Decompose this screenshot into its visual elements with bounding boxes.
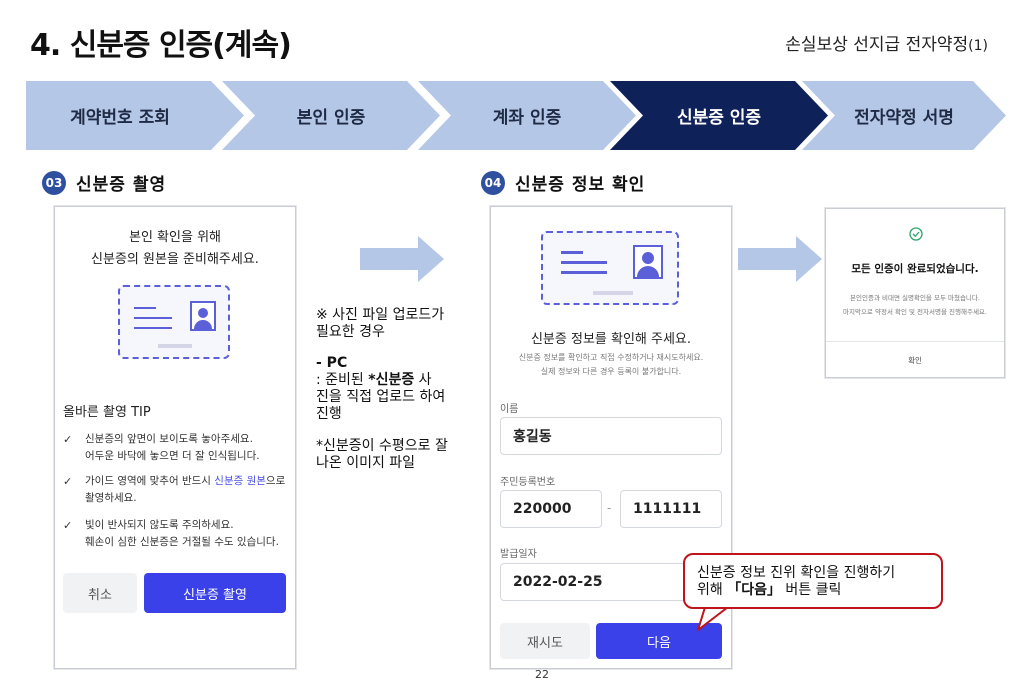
completion-description: 본인인증과 비대면 실명확인을 모두 마쳤습니다. — [850, 294, 980, 302]
card-text-line — [561, 271, 607, 274]
completion-screen: 모든 인증이 완료되었습니다. 본인인증과 비대면 실명확인을 모두 마쳤습니다… — [825, 208, 1005, 378]
rrn-label: 주민등록번호 — [500, 477, 556, 488]
confirm-button[interactable]: 확인 — [826, 355, 1004, 366]
callout-text: 버튼 클릭 — [780, 582, 842, 598]
intro-line: 신분증의 원본을 준비해주세요. — [91, 252, 259, 267]
rrn-back-input[interactable]: 1111111 — [620, 490, 722, 528]
right-arrow-icon — [360, 236, 444, 282]
note-line: 진행 — [316, 406, 342, 422]
callout-bold: 「다음」 — [727, 582, 781, 598]
subtitle-suffix: (1) — [968, 38, 988, 54]
progress-steps: 계약번호 조회 본인 인증 계좌 인증 신분증 인증 전자약정 서명 — [26, 81, 1006, 150]
section-04-header: 04 신분증 정보 확인 — [481, 170, 645, 195]
person-photo-icon — [190, 301, 216, 331]
check-icon: ✓ — [63, 433, 73, 446]
subtitle-main: 손실보상 선지급 전자약정 — [785, 35, 969, 55]
step-account-verification: 계좌 인증 — [418, 81, 636, 150]
tip-line: 어두운 바닥에 놓으면 더 잘 인식됩니다. — [85, 450, 260, 462]
id-card-illustration — [118, 285, 230, 359]
callout-line: 위해 「다음」 버튼 클릭 — [697, 582, 929, 599]
tip-item: ✓ 빛이 반사되지 않도록 주의하세요. 훼손이 심한 신분증은 거절될 수도 있… — [63, 517, 295, 551]
id-capture-screen: 본인 확인을 위해 신분증의 원본을 준비해주세요. 올바른 촬영 TIP ✓ … — [54, 206, 296, 669]
step-badge: 03 — [42, 170, 66, 195]
upload-note: ※ 사진 파일 업로드가 필요한 경우 - PC : 준비된 *신분증 사 진을… — [316, 307, 448, 472]
tip-line: 신분증의 앞면이 보이도록 놓아주세요. — [85, 433, 253, 445]
name-label: 이름 — [500, 404, 519, 415]
check-icon: ✓ — [63, 519, 73, 532]
callout-line: 신분증 정보 진위 확인을 진행하기 — [697, 565, 896, 581]
completion-description: 마지막으로 약정서 확인 및 전자서명을 진행해주세요. — [843, 308, 987, 316]
step-label: 계약번호 조회 — [70, 108, 170, 128]
section-title: 신분증 촬영 — [76, 175, 167, 195]
step-identity-verification: 본인 인증 — [222, 81, 440, 150]
note-bold: *신분증 — [368, 372, 415, 388]
card-text-line — [134, 307, 156, 309]
rrn-front-input[interactable]: 220000 — [500, 490, 602, 528]
divider — [826, 341, 1004, 342]
rrn-dash: - — [607, 501, 612, 515]
step-label: 전자약정 서명 — [854, 108, 954, 128]
note-line: : 준비된 *신분증 사 — [316, 372, 448, 389]
retry-button[interactable]: 재시도 — [500, 623, 590, 659]
card-text-line — [134, 327, 172, 329]
footnote-line: *신분증이 수평으로 잘 — [316, 438, 448, 454]
name-input[interactable]: 홍길동 — [500, 417, 722, 455]
check-icon: ✓ — [63, 475, 73, 488]
tip-line: 훼손이 심한 신분증은 거절될 수도 있습니다. — [85, 536, 279, 548]
card-text-line — [134, 317, 172, 319]
callout-text: 위해 — [697, 582, 728, 598]
note-line: ※ 사진 파일 업로드가 — [316, 307, 445, 323]
card-bottom-bar — [158, 344, 192, 348]
footnote-line: 나온 이미지 파일 — [316, 455, 416, 471]
step-label: 계좌 인증 — [492, 108, 562, 128]
completion-title: 모든 인증이 완료되었습니다. — [851, 263, 979, 275]
tip-line: 가이드 영역에 맞추어 반드시 — [85, 475, 215, 487]
confirm-description: 신분증 정보를 확인하고 직접 수정하거나 재시도하세요. — [518, 353, 704, 362]
note-text: 사 — [414, 372, 432, 388]
pc-label: - PC — [316, 355, 348, 371]
note-line: 진을 직접 업로드 하여 — [316, 389, 446, 405]
step-id-card-verification: 신분증 인증 — [610, 81, 828, 150]
tip-highlight: 신분증 원본 — [214, 475, 266, 487]
confirm-heading: 신분증 정보를 확인해 주세요. — [530, 332, 692, 347]
issue-date-label: 발급일자 — [500, 549, 537, 560]
page-subtitle: 손실보상 선지급 전자약정(1) — [785, 30, 988, 55]
person-photo-icon — [633, 245, 663, 279]
right-arrow-icon — [738, 236, 822, 282]
page-number: 22 — [535, 668, 549, 681]
card-bottom-bar — [593, 291, 633, 295]
instruction-callout: 신분증 정보 진위 확인을 진행하기 위해 「다음」 버튼 클릭 — [683, 553, 943, 609]
tip-line: 빛이 반사되지 않도록 주의하세요. — [85, 519, 234, 531]
id-card-illustration — [541, 231, 679, 305]
card-text-line — [561, 261, 607, 264]
intro-line: 본인 확인을 위해 — [129, 230, 221, 245]
tip-line: 촬영하세요. — [85, 492, 137, 504]
section-title: 신분증 정보 확인 — [515, 175, 646, 195]
page-title: 4. 신분증 인증(계속) — [30, 28, 292, 63]
section-03-header: 03 신분증 촬영 — [42, 170, 166, 195]
confirm-description: 실제 정보와 다른 경우 등록이 불가합니다. — [540, 367, 682, 376]
note-text: : 준비된 — [316, 372, 369, 388]
step-label: 본인 인증 — [296, 108, 366, 128]
card-text-line — [561, 251, 583, 254]
step-contract-lookup: 계약번호 조회 — [26, 81, 244, 150]
check-circle-icon — [909, 227, 923, 241]
capture-id-button[interactable]: 신분증 촬영 — [144, 573, 286, 613]
cancel-button[interactable]: 취소 — [63, 573, 137, 613]
step-electronic-signature: 전자약정 서명 — [802, 81, 1006, 150]
tip-title: 올바른 촬영 TIP — [63, 405, 151, 420]
tip-line: 으로 — [265, 475, 286, 487]
step-badge: 04 — [481, 170, 505, 195]
note-line: 필요한 경우 — [316, 324, 385, 340]
tip-item: ✓ 신분증의 앞면이 보이도록 놓아주세요. 어두운 바닥에 놓으면 더 잘 인식… — [63, 431, 295, 465]
step-label: 신분증 인증 — [676, 108, 762, 128]
tip-item: ✓ 가이드 영역에 맞추어 반드시 신분증 원본으로촬영하세요. — [63, 473, 295, 507]
